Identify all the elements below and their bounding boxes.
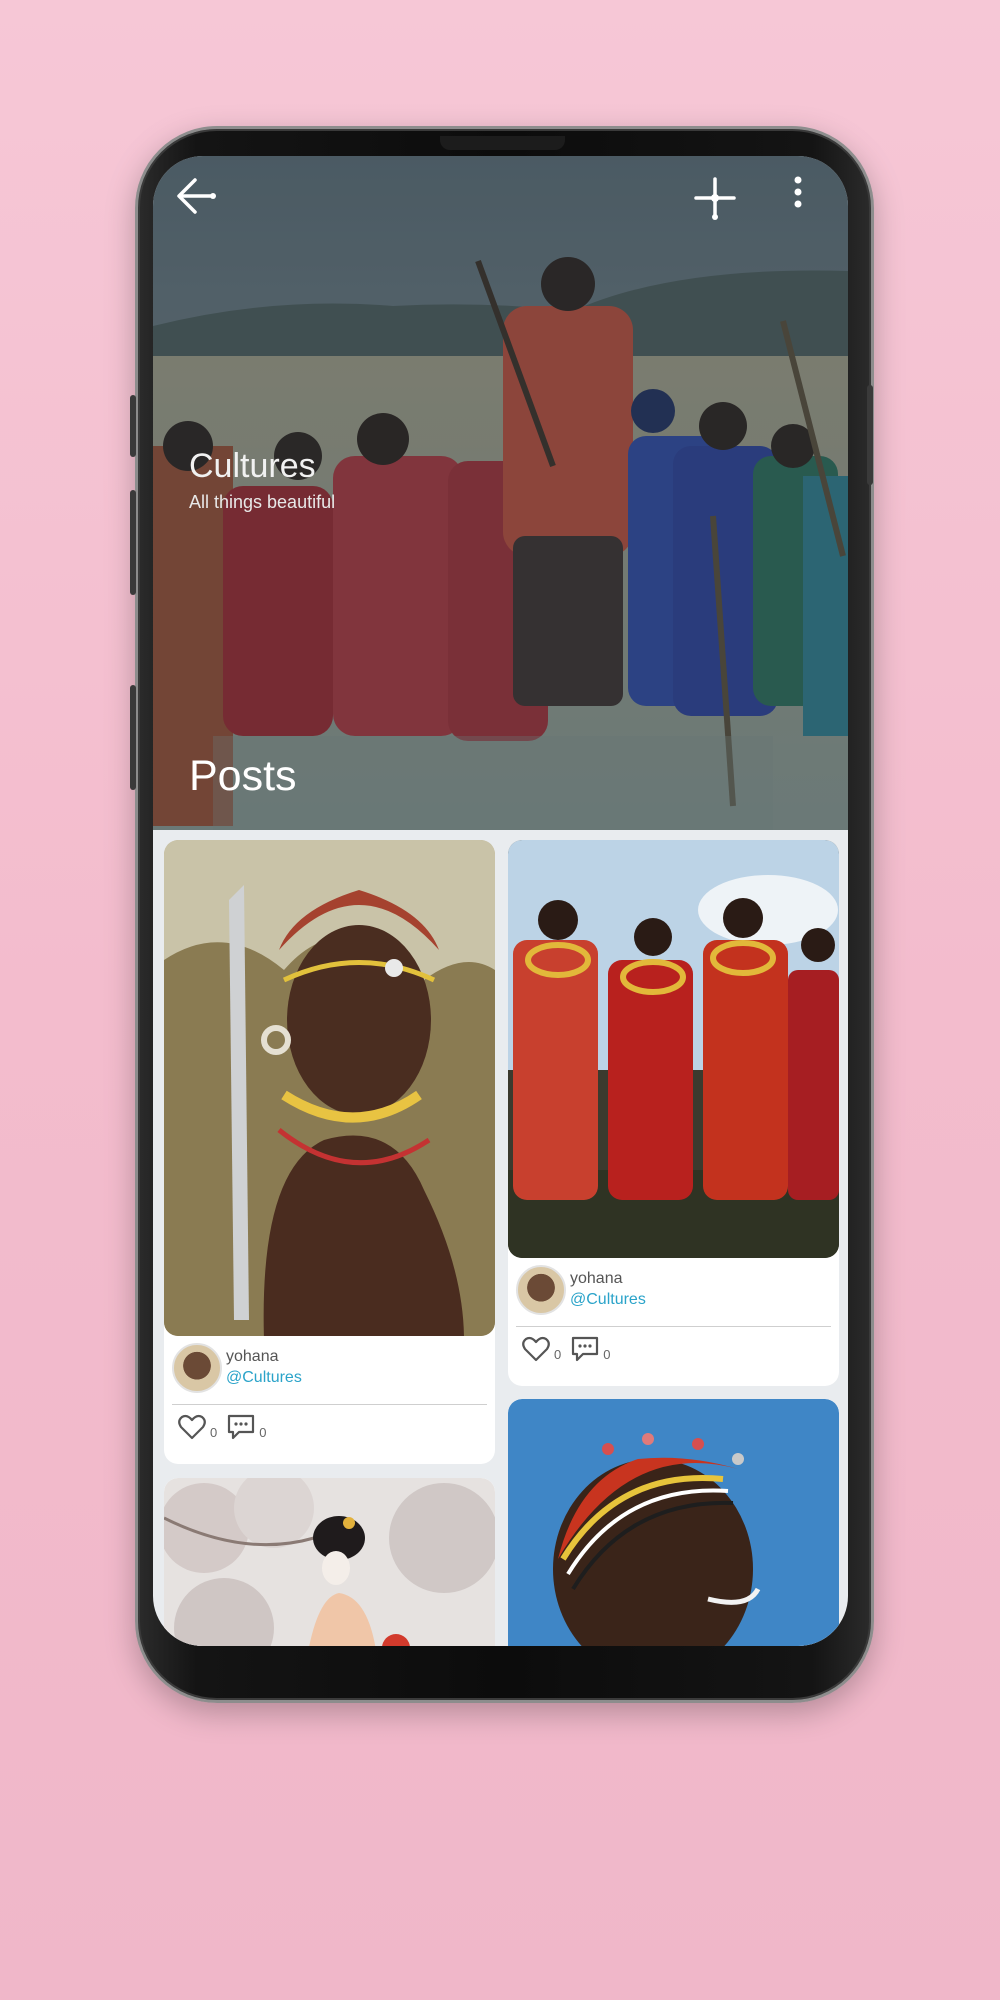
like-button[interactable]: 0 — [522, 1336, 561, 1362]
post-image[interactable] — [508, 840, 839, 1258]
post-image[interactable] — [164, 840, 495, 1336]
post-photo — [508, 840, 839, 1258]
post-author[interactable]: yohana @Cultures — [172, 1343, 302, 1393]
avatar[interactable] — [516, 1265, 566, 1315]
post-actions: 0 0 — [178, 1414, 276, 1440]
more-vert-icon — [794, 176, 802, 208]
comment-count: 0 — [259, 1425, 267, 1440]
post-author[interactable]: yohana @Cultures — [516, 1265, 646, 1315]
header-hero: Cultures All things beautiful Posts — [153, 156, 848, 830]
arrow-left-icon — [177, 178, 216, 214]
phone-side-button — [130, 490, 136, 595]
heart-icon — [178, 1414, 206, 1440]
comment-button[interactable]: 0 — [227, 1414, 266, 1440]
post-actions: 0 0 — [522, 1336, 620, 1362]
comment-icon — [572, 1336, 599, 1362]
post-card[interactable] — [508, 1399, 839, 1646]
like-button[interactable]: 0 — [178, 1414, 217, 1440]
like-count: 0 — [554, 1347, 562, 1362]
post-photo — [164, 1478, 495, 1646]
post-image[interactable] — [508, 1399, 839, 1646]
divider — [516, 1326, 831, 1327]
page-title: Cultures — [189, 447, 316, 485]
post-card[interactable] — [164, 1478, 495, 1646]
post-photo — [508, 1399, 839, 1646]
comment-button[interactable]: 0 — [571, 1336, 610, 1362]
phone-speaker — [440, 136, 565, 150]
divider — [172, 1404, 487, 1405]
section-title: Posts — [189, 752, 297, 800]
author-handle[interactable]: @Cultures — [570, 1289, 646, 1311]
page-subtitle: All things beautiful — [189, 492, 336, 512]
post-photo — [164, 840, 495, 1336]
comment-count: 0 — [603, 1347, 611, 1362]
more-options-button[interactable] — [793, 176, 823, 224]
like-count: 0 — [210, 1425, 218, 1440]
comment-icon — [228, 1414, 255, 1440]
heart-icon — [522, 1336, 550, 1362]
plus-icon — [694, 177, 736, 220]
app-screen: Cultures All things beautiful Posts yoha… — [153, 156, 848, 1646]
add-post-button[interactable] — [693, 176, 745, 224]
avatar[interactable] — [172, 1343, 222, 1393]
author-handle[interactable]: @Cultures — [226, 1367, 302, 1389]
back-button[interactable] — [175, 176, 231, 224]
phone-side-button — [130, 395, 136, 457]
phone-power-button — [867, 385, 873, 485]
phone-side-button — [130, 685, 136, 790]
post-card[interactable]: yohana @Cultures 0 0 — [508, 840, 839, 1386]
post-image[interactable] — [164, 1478, 495, 1646]
author-name[interactable]: yohana — [570, 1269, 646, 1289]
author-name[interactable]: yohana — [226, 1347, 302, 1367]
post-card[interactable]: yohana @Cultures 0 0 — [164, 840, 495, 1464]
